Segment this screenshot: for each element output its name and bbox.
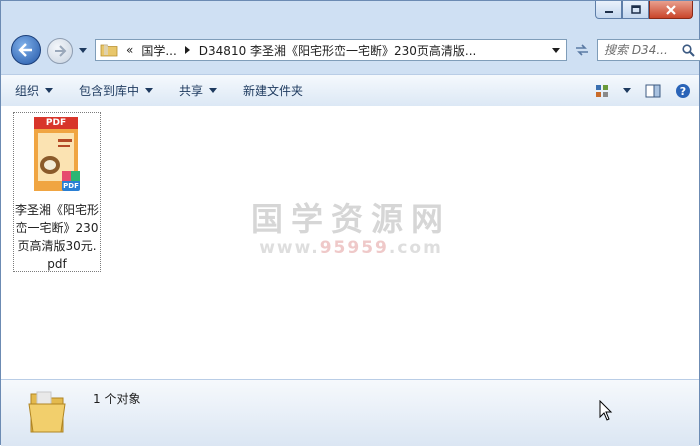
mouse-cursor-icon	[599, 400, 613, 421]
address-segment-current[interactable]: D34810 李圣湘《阳宅形峦一宅断》230页高清版...	[199, 42, 477, 59]
include-in-library-label: 包含到库中	[79, 84, 140, 98]
chevron-down-icon	[623, 88, 631, 93]
search-box[interactable]	[597, 39, 700, 61]
search-icon[interactable]	[682, 43, 695, 57]
caption-buttons	[595, 1, 693, 19]
share-button[interactable]: 共享	[179, 82, 218, 99]
maximize-icon	[630, 5, 641, 14]
arrow-left-icon	[18, 43, 32, 57]
include-in-library-button[interactable]: 包含到库中	[79, 82, 154, 99]
file-list[interactable]: PDF PDF 李圣湘《阳宅形峦一宅断》230页高清版30元.pdf 国学资源网…	[1, 106, 699, 379]
preview-pane-button[interactable]	[645, 84, 661, 98]
help-button[interactable]: ?	[675, 83, 691, 99]
search-input[interactable]	[604, 43, 678, 57]
chevron-down-icon	[209, 88, 218, 93]
help-icon: ?	[676, 83, 690, 98]
change-view-button[interactable]	[595, 84, 631, 98]
close-icon	[666, 4, 676, 15]
chevron-down-icon	[145, 88, 154, 93]
chevron-down-icon	[79, 47, 87, 53]
organize-label: 组织	[15, 84, 40, 98]
close-button[interactable]	[649, 1, 693, 19]
new-folder-button[interactable]: 新建文件夹	[243, 82, 303, 99]
watermark-prefix: www.	[259, 238, 320, 258]
watermark: 国学资源网 www.95959.com	[241, 194, 461, 258]
watermark-main: 国学资源网	[250, 200, 451, 238]
toolbar-right: ?	[581, 83, 691, 99]
details-pane: 1 个对象	[1, 379, 699, 446]
maximize-button[interactable]	[622, 1, 649, 19]
back-button[interactable]	[11, 35, 41, 65]
address-overflow[interactable]: «	[126, 43, 133, 57]
watermark-number: 95959	[319, 238, 389, 258]
pdf-badge: PDF	[63, 182, 79, 190]
command-bar: 组织 包含到库中 共享 新建文件夹 ?	[1, 74, 699, 107]
refresh-icon	[576, 44, 588, 56]
recent-pages-button[interactable]	[78, 45, 88, 55]
arrow-right-icon	[55, 45, 67, 57]
organize-button[interactable]: 组织	[15, 82, 54, 99]
share-label: 共享	[179, 84, 204, 98]
file-name: 李圣湘《阳宅形峦一宅断》230页高清版30元.pdf	[15, 203, 100, 271]
watermark-suffix: .com	[388, 238, 443, 258]
chevron-down-icon	[45, 88, 54, 93]
pdf-label: PDF	[45, 118, 67, 128]
refresh-button[interactable]	[571, 39, 593, 61]
preview-pane-icon	[645, 84, 661, 97]
explorer-window: « 国学... D34810 李圣湘《阳宅形峦一宅断》230页高清版... 组织…	[0, 0, 700, 446]
navigation-row: « 国学... D34810 李圣湘《阳宅形峦一宅断》230页高清版...	[9, 35, 700, 67]
svg-text:?: ?	[680, 85, 686, 98]
pdf-thumbnail: PDF PDF	[32, 115, 82, 195]
minimize-icon	[604, 10, 613, 13]
folder-icon	[100, 44, 118, 57]
status-text: 1 个对象	[93, 392, 141, 406]
forward-button[interactable]	[47, 38, 73, 64]
watermark-sub: www.95959.com	[241, 238, 461, 258]
new-folder-label: 新建文件夹	[243, 84, 304, 98]
address-segment-guoxue[interactable]: 国学...	[141, 42, 176, 59]
chevron-down-icon[interactable]	[552, 47, 560, 53]
view-grid-icon	[596, 84, 608, 97]
file-item[interactable]: PDF PDF 李圣湘《阳宅形峦一宅断》230页高清版30元.pdf	[13, 112, 101, 272]
minimize-button[interactable]	[595, 1, 622, 19]
folder-icon	[28, 391, 66, 433]
chevron-right-icon[interactable]	[184, 46, 191, 54]
address-bar[interactable]: « 国学... D34810 李圣湘《阳宅形峦一宅断》230页高清版...	[95, 39, 567, 61]
